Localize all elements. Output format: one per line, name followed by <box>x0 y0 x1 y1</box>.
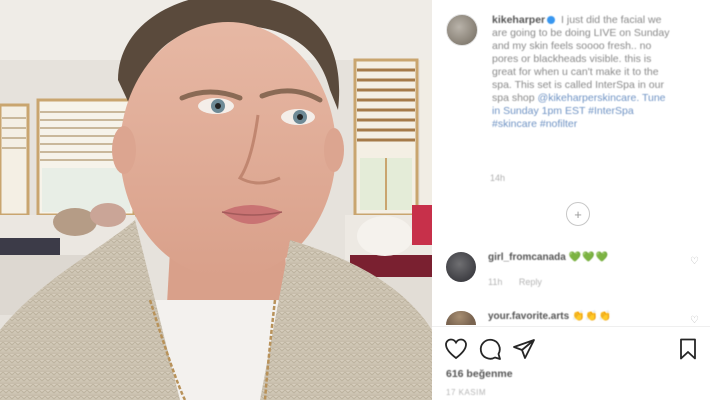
caption: kikeharper I just did the facial we are … <box>492 14 672 131</box>
comment-item: your.favorite.arts 👏👏👏 ♡ <box>446 311 700 326</box>
author-username[interactable]: kikeharper <box>492 14 545 26</box>
comment-item: girl_fromcanada 💚💚💚 11h Reply ♡ <box>446 252 700 287</box>
comment-body: girl_fromcanada 💚💚💚 11h Reply <box>488 252 690 287</box>
instagram-post: kikeharper I just did the facial we are … <box>0 0 710 400</box>
commenter-avatar[interactable] <box>446 311 476 325</box>
commenter-username[interactable]: girl_fromcanada <box>488 252 566 263</box>
post-photo[interactable] <box>0 0 432 400</box>
selfie-image <box>0 0 432 400</box>
caption-row: kikeharper I just did the facial we are … <box>446 14 700 131</box>
comment-text: 👏👏👏 <box>571 311 613 322</box>
verified-badge-icon <box>547 16 556 25</box>
load-more-comments-icon[interactable]: + <box>566 202 590 226</box>
comments-panel: kikeharper I just did the facial we are … <box>432 0 710 400</box>
actions-divider <box>432 326 710 327</box>
comment-meta: 11h Reply <box>488 277 690 287</box>
comment-time: 11h <box>488 277 503 287</box>
comment-like-heart-icon[interactable]: ♡ <box>690 315 700 326</box>
bookmark-icon[interactable] <box>676 337 700 361</box>
post-actions <box>444 336 700 362</box>
heart-icon[interactable] <box>444 337 468 361</box>
send-icon[interactable] <box>512 337 536 361</box>
post-date: 17 KASIM <box>446 388 487 397</box>
comment-reply-link[interactable]: Reply <box>519 277 542 287</box>
comment-icon[interactable] <box>478 337 502 361</box>
comment-body: your.favorite.arts 👏👏👏 <box>488 311 690 322</box>
commenter-avatar[interactable] <box>446 252 476 282</box>
likes-count[interactable]: 616 beğenme <box>446 368 513 380</box>
commenter-username[interactable]: your.favorite.arts <box>488 311 569 322</box>
comment-like-heart-icon[interactable]: ♡ <box>690 256 700 267</box>
author-avatar[interactable] <box>446 14 478 46</box>
comment-text: 💚💚💚 <box>568 252 609 263</box>
caption-time: 14h <box>490 173 506 183</box>
caption-text: I just did the facial we are going to be… <box>492 14 670 104</box>
right-window <box>353 58 432 217</box>
